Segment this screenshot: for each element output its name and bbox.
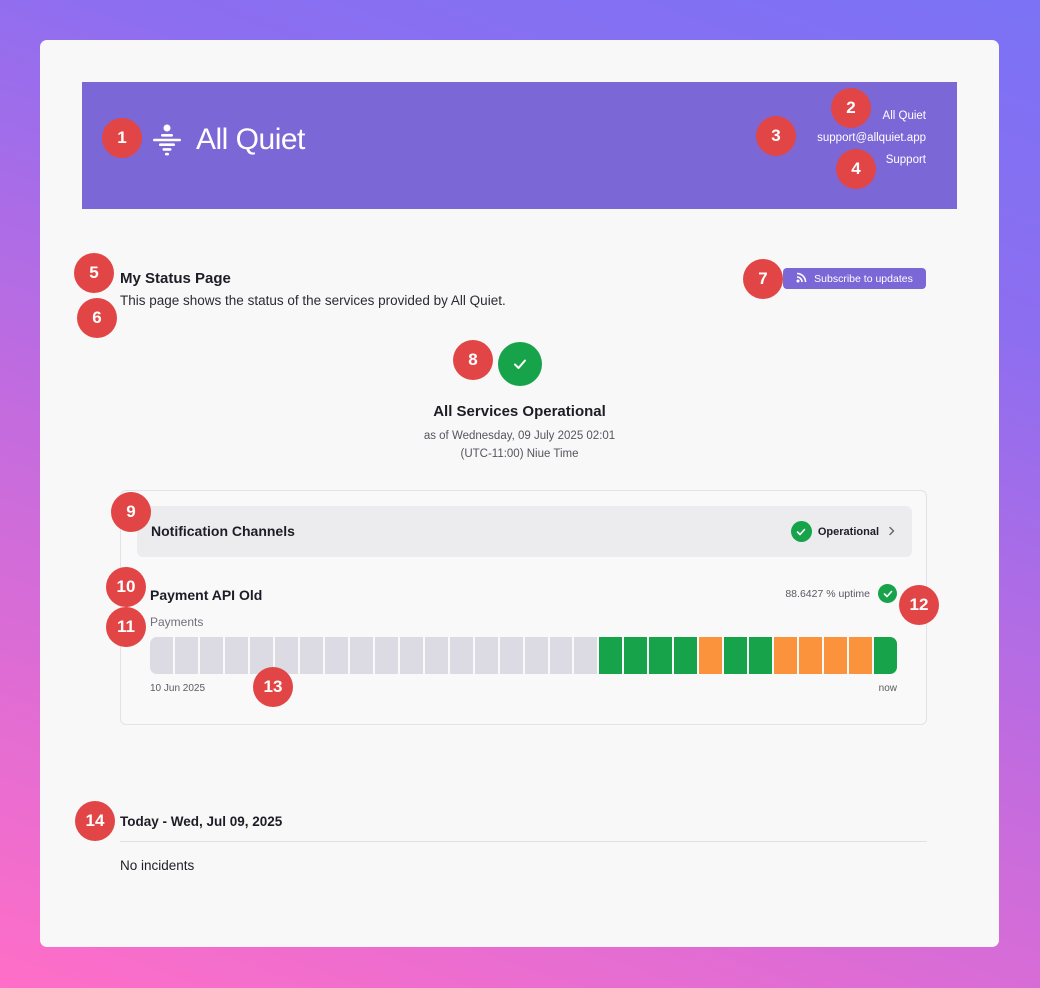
uptime-day-bar[interactable] [699, 637, 723, 674]
service-group-name: Notification Channels [151, 523, 295, 539]
divider [120, 841, 927, 842]
brand-logo[interactable]: All Quiet [150, 123, 305, 157]
uptime-day-bar[interactable] [774, 637, 798, 674]
annotation-marker-10: 10 [106, 567, 146, 607]
overall-status: All Services Operational as of Wednesday… [40, 342, 999, 463]
operational-check-icon [497, 342, 542, 386]
uptime-day-bar[interactable] [749, 637, 773, 674]
service-name: Payment API Old [150, 587, 263, 603]
uptime-day-bar[interactable] [599, 637, 623, 674]
header-link-email[interactable]: support@allquiet.app [817, 132, 926, 144]
uptime-day-bar[interactable] [224, 637, 248, 674]
annotation-marker-5: 5 [74, 253, 114, 293]
service-uptime: 88.6427 % uptime [785, 584, 897, 603]
uptime-day-bar[interactable] [474, 637, 498, 674]
history-range-end: now [878, 683, 897, 694]
service-group-status: Operational [790, 521, 896, 542]
header-link-support[interactable]: Support [886, 154, 926, 166]
service-group-status-label: Operational [817, 525, 879, 538]
uptime-day-bar[interactable] [374, 637, 398, 674]
uptime-day-bar[interactable] [549, 637, 573, 674]
annotation-marker-8: 8 [453, 340, 493, 380]
annotation-marker-4: 4 [836, 149, 876, 189]
annotation-marker-6: 6 [77, 298, 117, 338]
annotation-marker-3: 3 [756, 116, 796, 156]
uptime-day-bar[interactable] [449, 637, 473, 674]
no-incidents-text: No incidents [120, 858, 195, 873]
uptime-day-bar[interactable] [499, 637, 523, 674]
annotation-marker-1: 1 [102, 118, 142, 158]
service-description: Payments [150, 615, 204, 629]
uptime-day-bar[interactable] [199, 637, 223, 674]
uptime-day-bar[interactable] [849, 637, 873, 674]
page-title: My Status Page [120, 270, 231, 287]
annotation-marker-7: 7 [743, 259, 783, 299]
uptime-day-bar[interactable] [299, 637, 323, 674]
uptime-day-bar[interactable] [624, 637, 648, 674]
overall-status-timestamp: as of Wednesday, 09 July 2025 02:01 [423, 430, 616, 442]
operational-check-icon [790, 521, 812, 542]
uptime-day-bar[interactable] [724, 637, 748, 674]
annotation-marker-13: 13 [253, 667, 293, 707]
uptime-day-bar[interactable] [799, 637, 823, 674]
uptime-day-bar[interactable] [874, 637, 897, 674]
all-quiet-logo-icon [150, 123, 184, 157]
subscribe-button[interactable]: Subscribe to updates [783, 268, 926, 289]
page-description: This page shows the status of the servic… [120, 293, 506, 308]
overall-status-title: All Services Operational [433, 403, 606, 420]
subscribe-label: Subscribe to updates [814, 272, 913, 285]
uptime-day-bar[interactable] [524, 637, 548, 674]
uptime-label: 88.6427 % uptime [785, 587, 870, 600]
uptime-day-bar[interactable] [674, 637, 698, 674]
brand-name: All Quiet [196, 123, 305, 156]
uptime-history-bars [150, 637, 897, 674]
services-panel: Notification Channels Operational Paymen… [120, 490, 927, 725]
service-group-notification-channels[interactable]: Notification Channels Operational [137, 506, 912, 557]
uptime-day-bar[interactable] [349, 637, 373, 674]
uptime-check-icon [878, 584, 897, 603]
uptime-day-bar[interactable] [174, 637, 198, 674]
uptime-day-bar[interactable] [324, 637, 348, 674]
uptime-day-bar[interactable] [399, 637, 423, 674]
page-header: All Quiet All Quiet support@allquiet.app… [82, 82, 957, 209]
rss-icon [796, 272, 807, 286]
page-intro: My Status Page This page shows the statu… [120, 270, 506, 308]
uptime-day-bar[interactable] [150, 637, 173, 674]
overall-status-timezone: (UTC-11:00) Niue Time [460, 448, 579, 460]
annotation-marker-9: 9 [111, 492, 151, 532]
uptime-day-bar[interactable] [574, 637, 598, 674]
history-range-start: 10 Jun 2025 [150, 683, 206, 694]
uptime-day-bar[interactable] [649, 637, 673, 674]
annotation-marker-11: 11 [106, 607, 146, 647]
annotation-marker-2: 2 [831, 88, 871, 128]
incident-day-title: Today - Wed, Jul 09, 2025 [120, 814, 283, 829]
annotation-marker-12: 12 [899, 585, 939, 625]
uptime-day-bar[interactable] [824, 637, 848, 674]
header-link-company[interactable]: All Quiet [883, 110, 926, 122]
chevron-right-icon [888, 523, 896, 541]
annotation-marker-14: 14 [75, 801, 115, 841]
uptime-day-bar[interactable] [424, 637, 448, 674]
